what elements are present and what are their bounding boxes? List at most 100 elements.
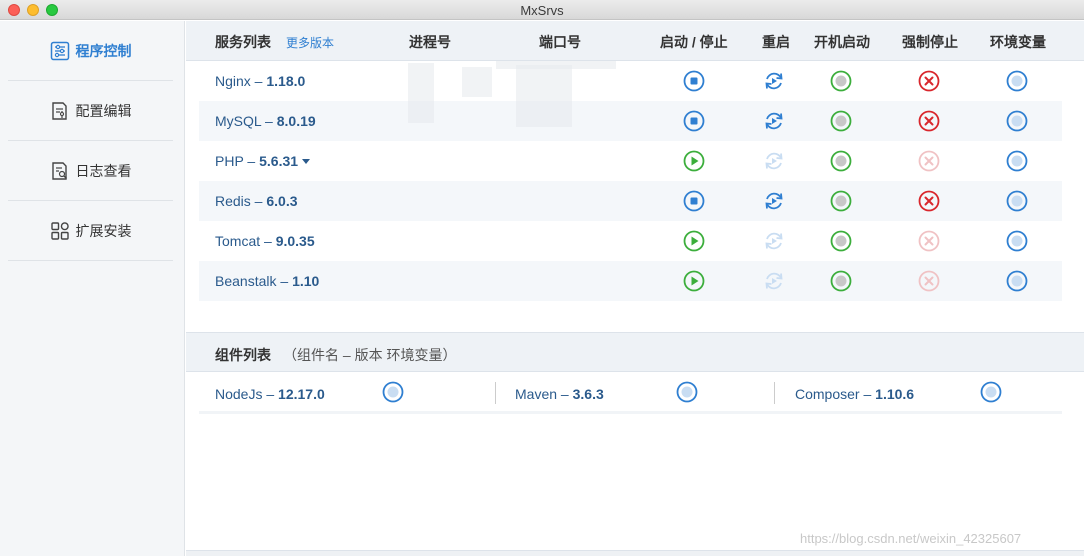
- dot-icon: [830, 150, 852, 172]
- version-dropdown-icon[interactable]: [302, 159, 311, 164]
- stop-button-nginx[interactable]: [683, 70, 705, 92]
- header-service-list: 服务列表: [215, 34, 271, 50]
- autostart-toggle-mysql[interactable]: [830, 110, 852, 132]
- env-toggle-php[interactable]: [1006, 150, 1028, 172]
- redacted-area: [516, 65, 572, 127]
- dot-icon: [1006, 270, 1028, 292]
- force-stop-button-nginx[interactable]: [918, 70, 940, 92]
- force-stop-icon: [918, 70, 940, 92]
- force-stop-icon: [918, 270, 940, 292]
- play-icon: [683, 270, 705, 292]
- redacted-area: [462, 67, 492, 97]
- autostart-toggle-nginx[interactable]: [830, 70, 852, 92]
- service-name-beanstalk: Beanstalk – 1.10: [215, 273, 320, 289]
- force-stop-button-mysql[interactable]: [918, 110, 940, 132]
- stop-button-mysql[interactable]: [683, 110, 705, 132]
- restart-button-nginx[interactable]: [763, 70, 785, 92]
- restart-icon: [765, 232, 783, 250]
- header-restart: 重启: [762, 34, 790, 50]
- sidebar-item-label: 扩展安装: [75, 222, 132, 239]
- sidebar-item-program-control[interactable]: 程序控制: [8, 21, 173, 81]
- divider: [495, 382, 496, 404]
- restart-icon: [765, 192, 783, 210]
- component-nodejs: NodeJs – 12.17.0: [215, 386, 325, 402]
- config-edit-icon: [50, 101, 70, 121]
- dot-icon: [830, 270, 852, 292]
- component-composer: Composer – 1.10.6: [795, 386, 915, 402]
- restart-button-mysql[interactable]: [763, 110, 785, 132]
- force-stop-button-tomcat[interactable]: [918, 230, 940, 252]
- app-window: MxSrvs 程序控制 配置编辑 日志查看 扩展安装 服务列表 更多版本 进程号…: [0, 0, 1084, 556]
- header-env: 环境变量: [990, 34, 1046, 50]
- force-stop-button-redis[interactable]: [918, 190, 940, 212]
- sidebar: 程序控制 配置编辑 日志查看 扩展安装: [0, 21, 185, 556]
- env-circle-icon: [980, 381, 1002, 403]
- restart-button-tomcat[interactable]: [763, 230, 785, 252]
- env-toggle-nginx[interactable]: [1006, 70, 1028, 92]
- service-name-php: PHP – 5.6.31: [215, 153, 311, 169]
- force-stop-icon: [918, 110, 940, 132]
- components-header: 组件列表 （组件名 – 版本 环境变量）: [186, 332, 1084, 372]
- start-button-php[interactable]: [683, 150, 705, 172]
- restart-icon: [765, 272, 783, 290]
- restart-icon: [765, 72, 783, 90]
- env-toggle-redis[interactable]: [1006, 190, 1028, 212]
- restart-button-php[interactable]: [763, 150, 785, 172]
- table-row: Nginx – 1.18.0: [199, 61, 1062, 101]
- title-bar: MxSrvs: [0, 0, 1084, 20]
- sidebar-item-label: 日志查看: [75, 162, 132, 179]
- dot-icon: [1006, 190, 1028, 212]
- autostart-toggle-beanstalk[interactable]: [830, 270, 852, 292]
- table-row: Tomcat – 9.0.35: [199, 221, 1062, 261]
- dot-icon: [830, 190, 852, 212]
- redacted-area: [496, 61, 616, 69]
- sidebar-item-config-edit[interactable]: 配置编辑: [8, 81, 173, 141]
- autostart-toggle-tomcat[interactable]: [830, 230, 852, 252]
- restart-icon: [765, 152, 783, 170]
- sidebar-item-label: 程序控制: [75, 42, 132, 59]
- restart-button-redis[interactable]: [763, 190, 785, 212]
- force-stop-icon: [918, 230, 940, 252]
- autostart-toggle-redis[interactable]: [830, 190, 852, 212]
- log-view-icon: [50, 161, 70, 181]
- dot-icon: [830, 230, 852, 252]
- more-versions-link[interactable]: 更多版本: [286, 34, 334, 51]
- service-name-redis: Redis – 6.0.3: [215, 193, 298, 209]
- autostart-toggle-php[interactable]: [830, 150, 852, 172]
- dot-icon: [1006, 110, 1028, 132]
- header-force-stop: 强制停止: [902, 34, 958, 50]
- sidebar-item-extension-install[interactable]: 扩展安装: [8, 201, 173, 261]
- env-toggle-tomcat[interactable]: [1006, 230, 1028, 252]
- env-toggle-nodejs[interactable]: [382, 381, 404, 403]
- restart-button-beanstalk[interactable]: [763, 270, 785, 292]
- stop-icon: [683, 110, 705, 132]
- stop-icon: [683, 70, 705, 92]
- components-subtitle: （组件名 – 版本 环境变量）: [283, 347, 457, 363]
- service-name-tomcat: Tomcat – 9.0.35: [215, 233, 315, 249]
- redacted-area: [408, 63, 434, 123]
- play-icon: [683, 150, 705, 172]
- play-icon: [683, 230, 705, 252]
- stop-button-redis[interactable]: [683, 190, 705, 212]
- env-toggle-composer[interactable]: [980, 381, 1002, 403]
- dot-icon: [1006, 150, 1028, 172]
- env-toggle-mysql[interactable]: [1006, 110, 1028, 132]
- window-title: MxSrvs: [520, 3, 564, 18]
- table-row: MySQL – 8.0.19: [199, 101, 1062, 141]
- table-row: Redis – 6.0.3: [199, 181, 1062, 221]
- header-pid: 进程号: [409, 34, 451, 50]
- force-stop-button-php[interactable]: [918, 150, 940, 172]
- sidebar-item-log-view[interactable]: 日志查看: [8, 141, 173, 201]
- force-stop-icon: [918, 190, 940, 212]
- force-stop-button-beanstalk[interactable]: [918, 270, 940, 292]
- stop-icon: [683, 190, 705, 212]
- header-start-stop: 启动 / 停止: [660, 34, 728, 50]
- dot-icon: [830, 110, 852, 132]
- component-maven: Maven – 3.6.3: [515, 386, 604, 402]
- env-toggle-maven[interactable]: [676, 381, 698, 403]
- env-toggle-beanstalk[interactable]: [1006, 270, 1028, 292]
- start-button-tomcat[interactable]: [683, 230, 705, 252]
- start-button-beanstalk[interactable]: [683, 270, 705, 292]
- components-title: 组件列表: [215, 347, 271, 363]
- header-port: 端口号: [539, 34, 581, 50]
